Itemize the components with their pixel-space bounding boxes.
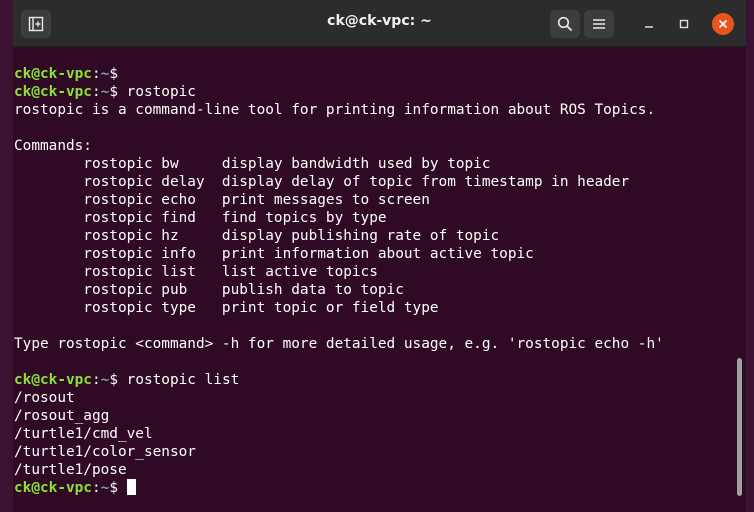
- prompt-line: ck@ck-vpc:~$: [14, 65, 664, 83]
- prompt-user: ck@ck-vpc: [14, 66, 92, 82]
- prompt-line: ck@ck-vpc:~$: [14, 479, 664, 497]
- prompt-separator: :: [91, 66, 101, 82]
- window-title: ck@ck-vpc: ~: [327, 13, 432, 29]
- output-line: Type rostopic <command> -h for more deta…: [14, 336, 664, 352]
- prompt-separator: :: [91, 372, 101, 388]
- terminal-output[interactable]: ck@ck-vpc:~$ ck@ck-vpc:~$ rostopic rostop…: [13, 47, 734, 512]
- prompt-dollar: $: [109, 372, 127, 388]
- close-icon: [718, 19, 728, 29]
- output-line: rostopic hz display publishing rate of t…: [14, 228, 500, 244]
- prompt-dollar: $: [109, 84, 127, 100]
- prompt-line: ck@ck-vpc:~$ rostopic list: [14, 371, 664, 389]
- close-button[interactable]: [712, 13, 734, 35]
- titlebar: ck@ck-vpc: ~: [13, 0, 746, 47]
- prompt-user: ck@ck-vpc: [14, 84, 92, 100]
- terminal-window: ck@ck-vpc: ~ ck@ck-vpc:~$ ck@ck-vpc:~$ r…: [0, 0, 754, 512]
- output-line: Commands:: [14, 138, 92, 154]
- maximize-icon: [679, 19, 689, 29]
- output-line: rostopic list list active topics: [14, 264, 378, 280]
- output-line: rostopic info print information about ac…: [14, 246, 534, 262]
- prompt-user: ck@ck-vpc: [14, 372, 92, 388]
- output-line: /rosout_agg: [14, 408, 110, 424]
- command-text: rostopic list: [126, 372, 240, 388]
- background-window-right: [746, 0, 754, 512]
- output-line: rostopic type print topic or field type: [14, 300, 439, 316]
- maximize-button[interactable]: [673, 13, 695, 35]
- minimize-button[interactable]: [638, 13, 660, 35]
- output-line: /rosout: [14, 390, 75, 406]
- output-line: rostopic pub publish data to topic: [14, 282, 404, 298]
- prompt-dollar: $: [109, 66, 127, 82]
- scrollbar-thumb[interactable]: [737, 358, 742, 496]
- search-icon: [557, 16, 573, 32]
- text-cursor: [126, 479, 136, 495]
- menu-button[interactable]: [584, 10, 614, 38]
- minimize-icon: [645, 26, 653, 28]
- background-window-left: [0, 0, 13, 512]
- output-line: rostopic echo print messages to screen: [14, 192, 430, 208]
- output-line: /turtle1/color_sensor: [14, 444, 196, 460]
- output-line: /turtle1/pose: [14, 462, 127, 478]
- prompt-separator: :: [91, 480, 101, 496]
- output-line: rostopic is a command-line tool for prin…: [14, 102, 656, 118]
- command-text: rostopic: [126, 84, 196, 100]
- prompt-line: ck@ck-vpc:~$ rostopic: [14, 83, 664, 101]
- prompt-user: ck@ck-vpc: [14, 480, 92, 496]
- prompt-separator: :: [91, 84, 101, 100]
- terminal-lines: ck@ck-vpc:~$ ck@ck-vpc:~$ rostopic rostop…: [14, 65, 664, 497]
- output-line: rostopic find find topics by type: [14, 210, 387, 226]
- hamburger-menu-icon: [593, 19, 605, 29]
- output-line: rostopic delay display delay of topic fr…: [14, 174, 630, 190]
- prompt-dollar: $: [109, 480, 127, 496]
- output-line: /turtle1/cmd_vel: [14, 426, 153, 442]
- output-line: rostopic bw display bandwidth used by to…: [14, 156, 491, 172]
- search-button[interactable]: [550, 10, 580, 38]
